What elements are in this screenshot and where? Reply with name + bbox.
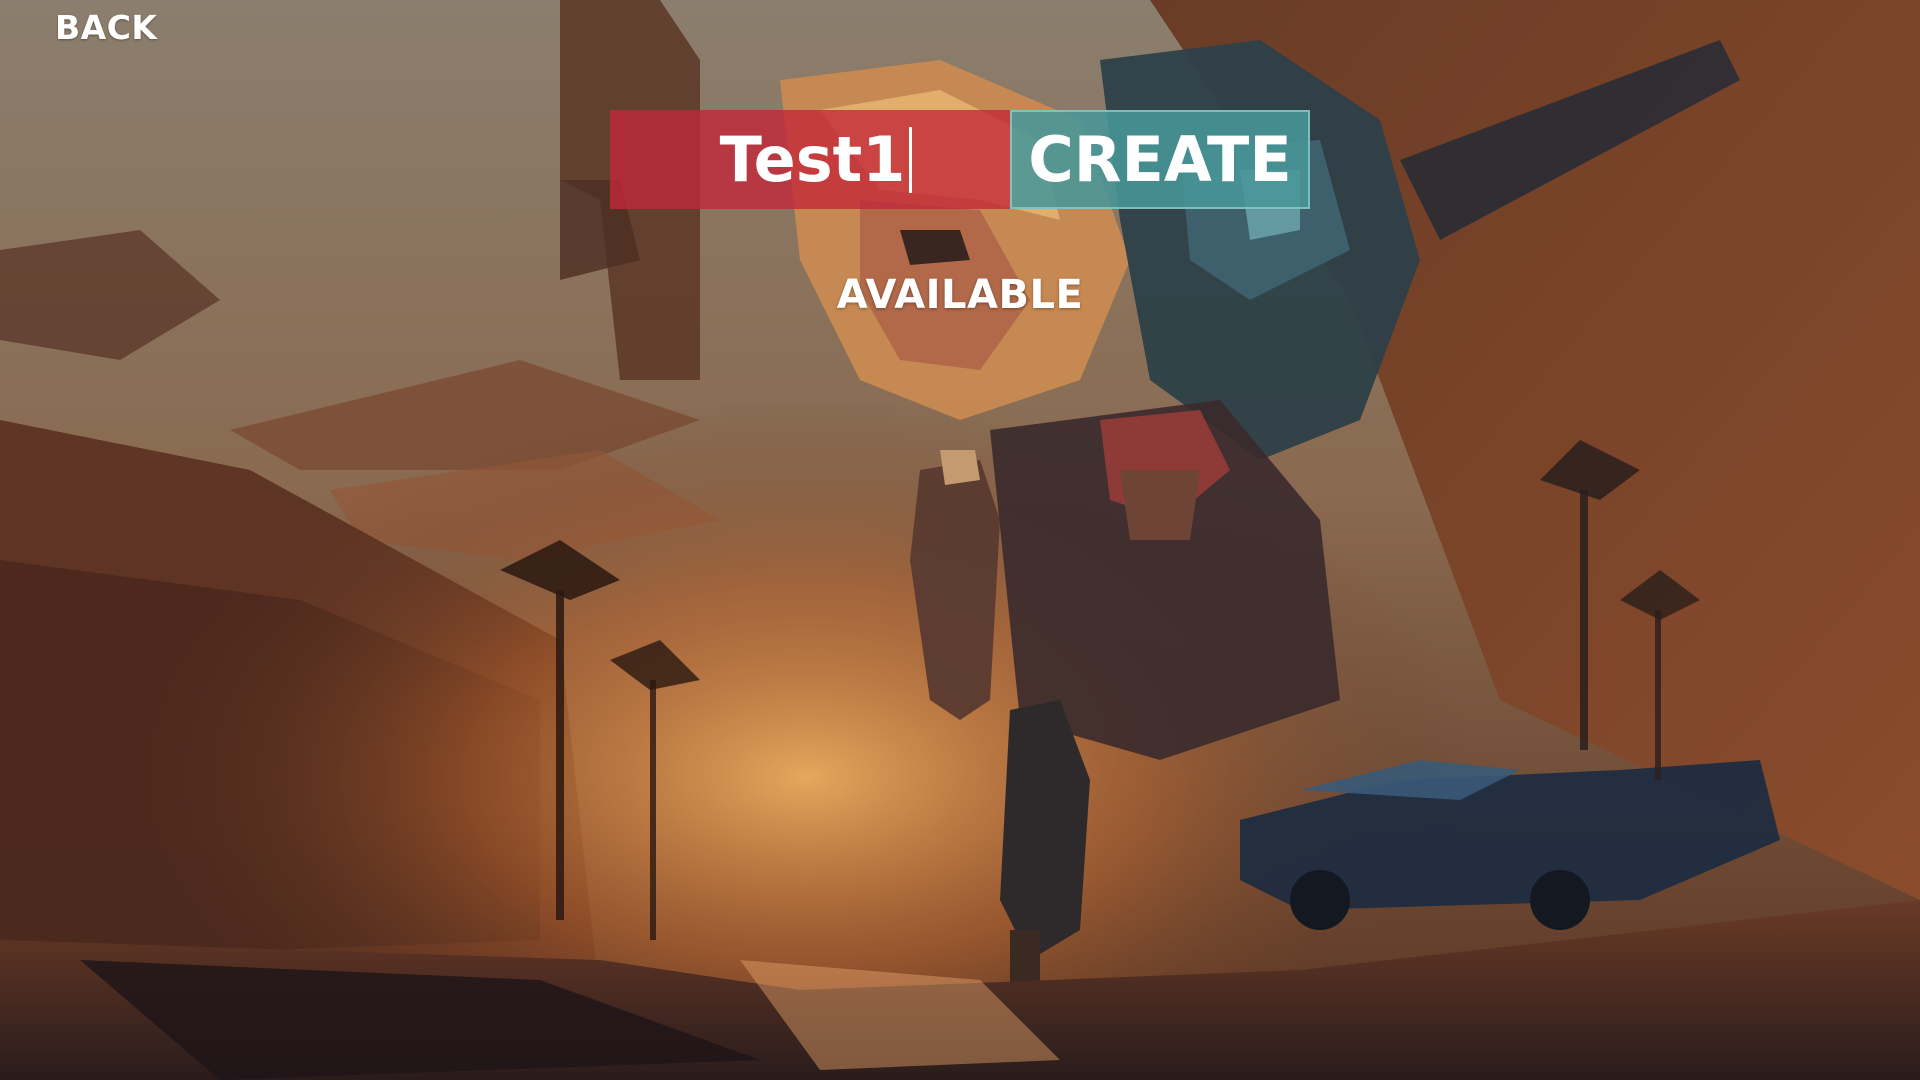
name-form: Test1 CREATE bbox=[610, 110, 1310, 209]
name-input[interactable]: Test1 bbox=[610, 110, 1010, 209]
availability-status: AVAILABLE bbox=[836, 272, 1084, 318]
create-button[interactable]: CREATE bbox=[1010, 110, 1310, 209]
create-name-screen: BACK Test1 CREATE AVAILABLE bbox=[0, 0, 1920, 1080]
name-input-value: Test1 bbox=[719, 122, 906, 196]
back-button[interactable]: BACK bbox=[55, 8, 157, 47]
text-caret bbox=[909, 126, 913, 193]
